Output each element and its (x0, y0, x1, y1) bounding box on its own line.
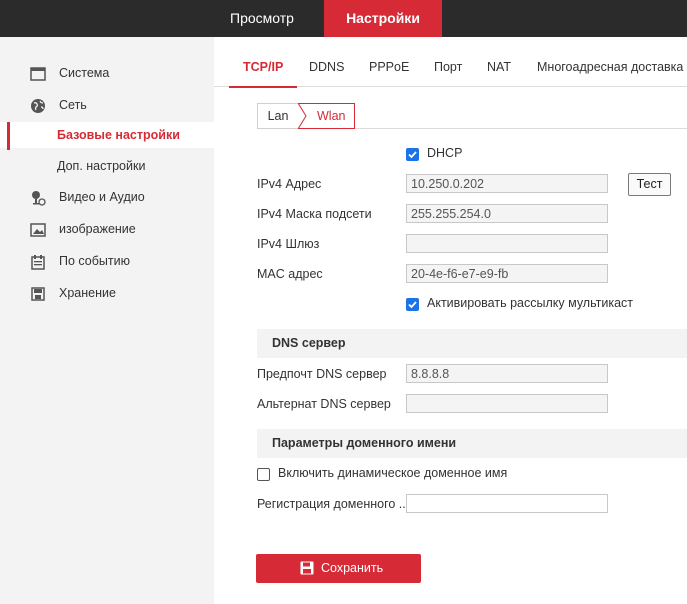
sidebar: Система Сеть Базовые настройки Доп. наст… (0, 37, 214, 604)
sidebar-item-advanced-settings[interactable]: Доп. настройки (0, 153, 214, 179)
ipv4-address-label: IPv4 Адрес (257, 177, 322, 191)
event-icon (30, 253, 46, 270)
ipv4-mask-label: IPv4 Маска подсети (257, 207, 372, 221)
preferred-dns-field[interactable] (406, 364, 608, 383)
ipv4-address-field[interactable] (406, 174, 608, 193)
tab-tcpip[interactable]: TCP/IP (228, 37, 298, 88)
sidebar-item-label: Система (59, 66, 110, 80)
top-navigation-bar: Просмотр Настройки (0, 0, 687, 37)
dhcp-checkbox[interactable] (406, 148, 419, 161)
system-icon (30, 65, 46, 81)
multicast-label: Активировать рассылку мультикаст (427, 296, 633, 310)
tab-multicast[interactable]: Многоадресная доставка (537, 37, 683, 87)
sidebar-item-event[interactable]: По событию (0, 248, 214, 274)
sidebar-item-label: изображение (59, 222, 136, 236)
mac-address-label: MAC адрес (257, 267, 323, 281)
domain-registration-label: Регистрация доменного ... (257, 497, 410, 511)
subtab-arrow-icon (298, 103, 307, 129)
tab-pppoe[interactable]: PPPoE (369, 37, 409, 87)
checkmark-icon (408, 301, 417, 309)
ipv4-mask-field[interactable] (406, 204, 608, 223)
dns-section-header: DNS сервер (257, 329, 687, 358)
multicast-checkbox[interactable] (406, 298, 419, 311)
sidebar-item-label: Видео и Аудио (59, 190, 145, 204)
sidebar-item-image[interactable]: изображение (0, 216, 214, 242)
ipv4-gateway-field[interactable] (406, 234, 608, 253)
image-icon (30, 221, 46, 237)
sidebar-item-video-audio[interactable]: Видео и Аудио (0, 184, 214, 210)
preferred-dns-label: Предпочт DNS сервер (257, 367, 387, 381)
interface-subtabs: Lan Wlan (257, 103, 687, 129)
checkmark-icon (408, 151, 417, 159)
save-button[interactable]: Сохранить (256, 554, 421, 583)
network-globe-icon (30, 97, 46, 113)
nav-settings[interactable]: Настройки (324, 0, 442, 37)
save-button-label: Сохранить (321, 561, 384, 575)
tab-nat[interactable]: NAT (487, 37, 511, 87)
sidebar-item-storage[interactable]: Хранение (0, 280, 214, 306)
dynamic-domain-checkbox[interactable] (257, 468, 270, 481)
domain-registration-field[interactable] (406, 494, 608, 513)
subtab-wlan[interactable]: Wlan (298, 103, 355, 129)
tab-ddns[interactable]: DDNS (309, 37, 344, 87)
sidebar-item-label: Доп. настройки (57, 159, 146, 173)
sidebar-item-label: Базовые настройки (57, 128, 180, 142)
dhcp-label: DHCP (427, 146, 463, 160)
sidebar-item-label: Сеть (59, 98, 87, 112)
settings-tabs: TCP/IP DDNS PPPoE Порт NAT Многоадресная… (214, 37, 687, 88)
sidebar-item-basic-settings[interactable]: Базовые настройки (0, 122, 214, 150)
video-audio-icon (30, 189, 46, 206)
sidebar-item-label: По событию (59, 254, 130, 268)
storage-icon (30, 285, 46, 301)
ipv4-gateway-label: IPv4 Шлюз (257, 237, 320, 251)
alternate-dns-label: Альтернат DNS сервер (257, 397, 391, 411)
dynamic-domain-label: Включить динамическое доменное имя (278, 466, 508, 480)
mac-address-field[interactable] (406, 264, 608, 283)
domain-section-header: Параметры доменного имени (257, 429, 687, 458)
subtab-lan[interactable]: Lan (257, 103, 298, 129)
sidebar-item-label: Хранение (59, 286, 116, 300)
alternate-dns-field[interactable] (406, 394, 608, 413)
tab-port[interactable]: Порт (434, 37, 462, 87)
subtab-wlan-label: Wlan (317, 109, 346, 123)
sidebar-item-system[interactable]: Система (0, 60, 214, 86)
sidebar-item-network[interactable]: Сеть (0, 92, 214, 118)
test-button[interactable]: Тест (628, 173, 671, 196)
nav-view[interactable]: Просмотр (212, 0, 312, 37)
save-disk-icon (300, 561, 314, 575)
